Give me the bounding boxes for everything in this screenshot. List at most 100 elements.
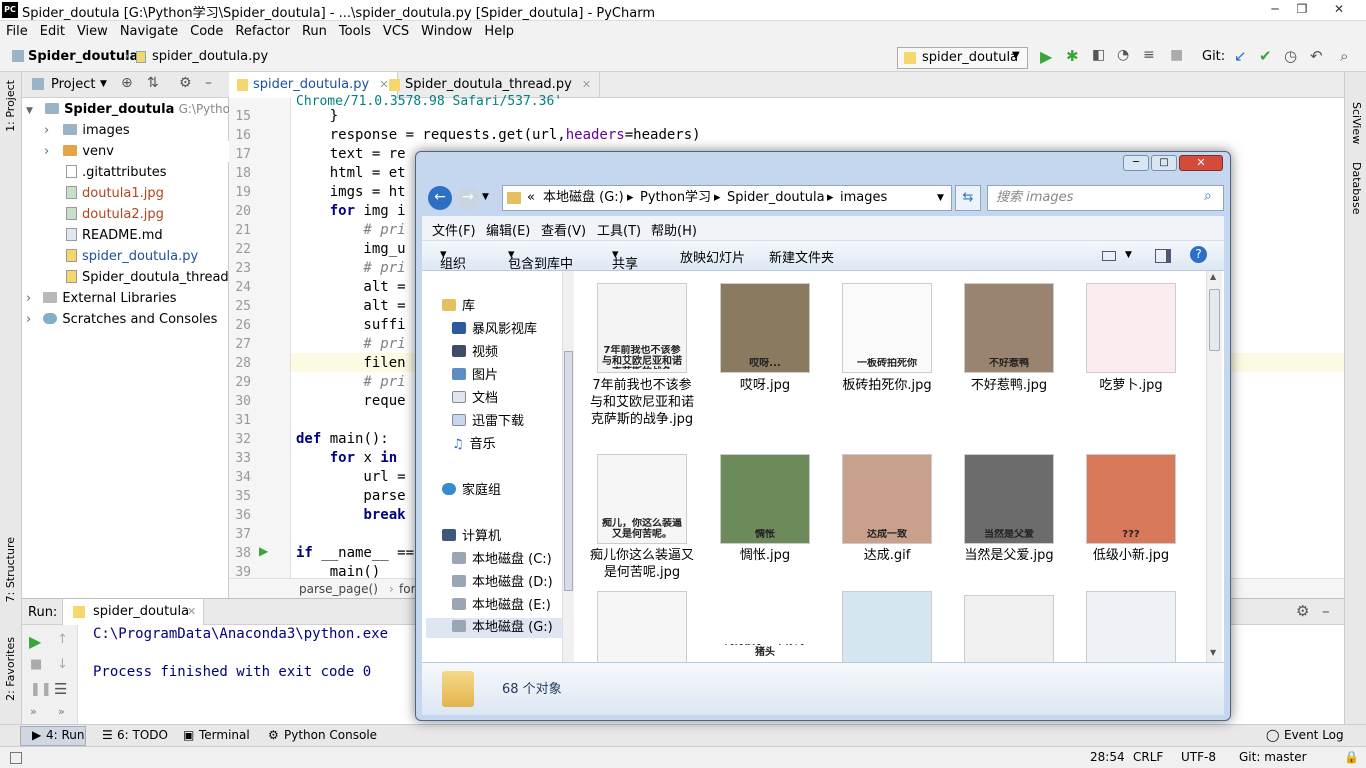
more-icon[interactable]: » [58,705,65,718]
explorer-menu-file[interactable]: 文件(F) [432,220,476,239]
line-separator[interactable]: CRLF [1133,750,1163,764]
include-in-library-button[interactable]: 包含到库中 ▾ [508,247,573,272]
thumbnail[interactable]: 痴儿，你这么装逼又是何苦呢。 [597,454,687,544]
nav-library-item[interactable]: 图片 [452,366,498,386]
scroll-thumb[interactable] [564,351,573,591]
tree-item-readme[interactable]: README.md [66,225,163,246]
wrap-icon[interactable]: ☰ [54,680,67,698]
thumbnail[interactable]: 不好惹鸭 [964,283,1054,373]
menu-refactor[interactable]: Refactor [229,21,296,39]
layout-icon[interactable] [10,752,22,764]
hide-icon[interactable]: – [1322,602,1330,620]
scroll-up-icon[interactable]: ▲ [1210,272,1216,281]
chevron-down-icon[interactable]: ▼ [482,192,489,202]
address-crumb[interactable]: Python学习 [640,186,711,210]
terminal-tool-tab[interactable]: Terminal [199,728,250,742]
structure-tool-tab[interactable]: 7: Structure [4,537,17,602]
file-name[interactable]: 低级小新.jpg [1076,547,1186,564]
lock-icon[interactable]: 🔒 [1344,750,1359,764]
share-button[interactable]: 共享 ▾ [612,247,638,272]
event-log-tab[interactable]: Event Log [1284,728,1344,742]
thumbnail[interactable] [1086,283,1176,373]
thumbnail[interactable] [964,595,1054,662]
nav-drive-selected[interactable]: 本地磁盘 (G:) [426,618,562,638]
menu-view[interactable]: View [71,21,114,39]
minimize-icon[interactable]: ─ [1123,155,1149,171]
file-name[interactable]: 达成.gif [832,547,942,564]
debug-icon[interactable]: ✱ [1066,47,1079,65]
concurrency-icon[interactable]: ≡ [1143,47,1155,63]
nav-computer[interactable]: 计算机 [442,527,501,547]
maximize-icon[interactable]: ❐ [1290,2,1314,18]
nav-library-item[interactable]: 文档 [452,389,498,409]
file-name[interactable]: 吃萝卜.jpg [1076,377,1186,394]
tree-item-doutula1[interactable]: doutula1.jpg [66,183,164,204]
more-icon[interactable]: » [30,705,37,718]
gear-icon[interactable]: ⚙ [1296,602,1309,620]
chevron-down-icon[interactable]: ▼ [937,186,944,210]
breadcrumb-for[interactable]: for [399,582,416,596]
revert-icon[interactable]: ↶ [1310,47,1323,65]
search-icon[interactable]: ⌕ [1204,188,1212,204]
file-name[interactable]: 不好惹鸭.jpg [954,377,1064,394]
explorer-menu-view[interactable]: 查看(V) [541,220,586,239]
close-icon[interactable]: ✕ [1327,2,1351,18]
nav-pane-scrollbar[interactable] [562,271,574,662]
address-crumb[interactable]: images [840,186,887,210]
new-folder-button[interactable]: 新建文件夹 [769,247,834,266]
address-crumb[interactable]: 本地磁盘 (G:) [543,186,624,210]
nav-library-item[interactable]: 视频 [452,343,498,363]
python-console-tool-tab[interactable]: Python Console [284,728,377,742]
thumbnail[interactable]: ??? [1086,454,1176,544]
address-crumb[interactable]: Spider_doutula [727,186,825,210]
up-icon[interactable]: ↑ [57,632,68,647]
menu-tools[interactable]: Tools [333,21,377,39]
stop-icon[interactable]: ■ [1170,47,1183,63]
thumbnail[interactable]: 对方摸了一下你的猪头 [720,643,810,662]
file-name[interactable]: 痴儿你这么装逼又是何苦呢.jpg [587,547,697,581]
down-icon[interactable]: ↓ [57,657,68,672]
slideshow-button[interactable]: 放映幻灯片 [680,247,745,266]
file-name[interactable]: 板砖拍死你.jpg [832,377,942,394]
breadcrumb-function[interactable]: parse_page() [299,582,378,596]
run-config-select[interactable]: spider_doutula ▼ [897,47,1028,69]
explorer-menu-edit[interactable]: 编辑(E) [486,220,530,239]
file-grid-scrollbar[interactable]: ▲ ▼ [1206,271,1222,662]
project-view-select[interactable]: Project [51,77,95,92]
history-icon[interactable]: ◷ [1284,47,1297,65]
nav-drive[interactable]: 本地磁盘 (D:) [452,573,553,593]
encoding[interactable]: UTF-8 [1181,750,1216,764]
menu-window[interactable]: Window [415,21,478,39]
locate-icon[interactable]: ⊕ [121,75,133,91]
gear-icon[interactable]: ⚙ [179,75,192,91]
thumbnail[interactable] [842,591,932,662]
address-bar[interactable]: « 本地磁盘 (G:) ▸ Python学习 ▸ Spider_doutula … [502,185,952,211]
file-name[interactable]: 惆怅.jpg [710,547,820,564]
file-name[interactable]: 当然是父爱.jpg [954,547,1064,564]
project-tool-tab[interactable]: 1: Project [4,80,17,132]
explorer-menu-tools[interactable]: 工具(T) [597,220,641,239]
tree-item-external-libraries[interactable]: › External Libraries [26,288,177,309]
minimize-icon[interactable]: ─ [1263,2,1287,18]
tree-item-spider-doutula-thread[interactable]: Spider_doutula_thread.py [66,267,249,288]
favorites-tool-tab[interactable]: 2: Favorites [4,637,17,701]
menu-navigate[interactable]: Navigate [114,21,184,39]
menu-code[interactable]: Code [184,21,229,39]
rerun-icon[interactable]: ▶ [29,632,41,651]
run-tab[interactable]: spider_doutula ✕ [62,599,204,625]
tree-item-gitattributes[interactable]: .gitattributes [66,162,167,183]
explorer-menu-help[interactable]: 帮助(H) [651,220,697,239]
tree-item-venv[interactable]: › venv [44,141,229,162]
menu-vcs[interactable]: VCS [377,21,415,39]
nav-project[interactable]: Spider_doutula [28,49,138,64]
caret-position[interactable]: 28:54 [1090,750,1125,764]
hide-icon[interactable]: – [205,75,212,91]
thumbnail[interactable]: 当然是父爱 [964,454,1054,544]
thumbnail[interactable]: 7年前我也不该参与和艾欧尼亚和诺克萨斯的战争 [597,283,687,373]
search-icon[interactable]: ⌕ [1340,47,1348,65]
scroll-down-icon[interactable]: ▼ [1210,648,1216,657]
nav-drive[interactable]: 本地磁盘 (E:) [452,596,551,616]
todo-tool-tab[interactable]: 6: TODO [117,728,168,742]
tree-item-images[interactable]: › images [44,120,130,141]
search-input[interactable]: 搜索 images [987,185,1224,211]
